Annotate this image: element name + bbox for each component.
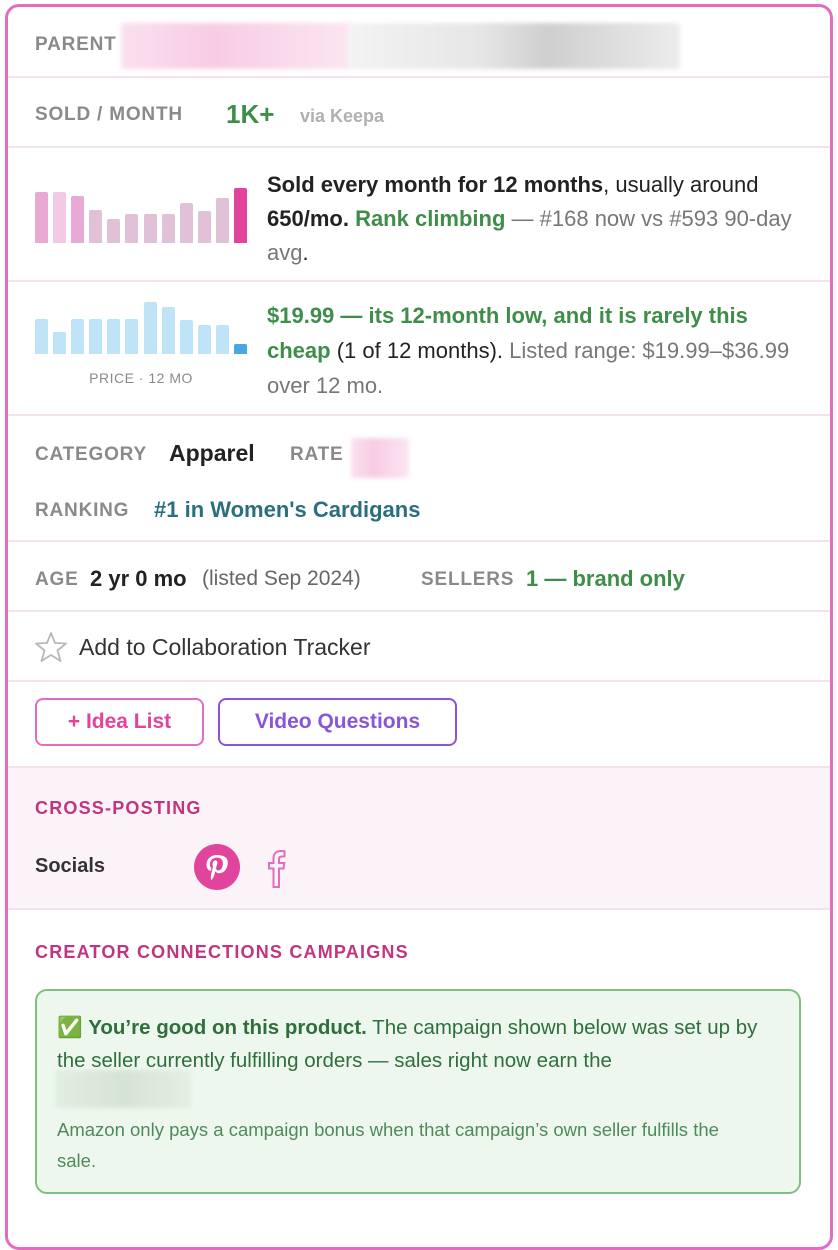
actions-row: + Idea List Video Questions <box>8 682 830 768</box>
sales-summary-avg: 650/mo. <box>267 206 349 231</box>
sold-source: via Keepa <box>300 106 385 126</box>
price-chart-caption: PRICE · 12 MO <box>89 370 193 386</box>
sales-summary-bold: Sold every month for 12 months <box>267 172 604 197</box>
age-label: AGE <box>35 569 79 590</box>
campaign-status-card: ✅ You’re good on this product. The campa… <box>35 989 801 1194</box>
rank-period: . <box>302 240 309 265</box>
cross-posting-title: CROSS-POSTING <box>35 798 202 818</box>
parent-redacted-asin <box>348 23 680 69</box>
price-bar <box>71 319 85 354</box>
sales-bar <box>125 214 139 243</box>
sales-bar <box>143 214 157 243</box>
sales-row: Sold every month for 12 months, usually … <box>8 148 830 282</box>
sellers-label: SELLERS <box>421 569 515 590</box>
pinterest-icon[interactable] <box>194 844 240 890</box>
price-bar <box>53 332 67 354</box>
cross-posting-section: CROSS-POSTING Socials <box>8 768 830 910</box>
sales-summary-text: , usually around <box>603 172 759 197</box>
price-bar <box>197 325 211 354</box>
price-summary: $19.99 — its 12-month low, and it is rar… <box>267 298 812 403</box>
sales-bar <box>35 192 49 243</box>
campaign-status-bold: You’re good on this product. <box>88 1016 367 1039</box>
sales-bar <box>179 203 193 243</box>
parent-redacted-value <box>121 23 351 69</box>
sellers-value: 1 — brand only <box>526 566 685 591</box>
price-bar <box>179 320 193 354</box>
age-value: 2 yr 0 mo <box>90 566 187 591</box>
campaign-status-text: ✅ You’re good on this product. The campa… <box>57 1011 782 1077</box>
video-questions-button[interactable]: Video Questions <box>218 698 457 746</box>
price-bar <box>107 319 121 354</box>
sales-sparkline <box>35 188 247 243</box>
socials-label: Socials <box>35 855 106 877</box>
age-row: AGE 2 yr 0 mo (listed Sep 2024) SELLERS … <box>8 542 830 612</box>
category-label: CATEGORY <box>35 444 147 465</box>
sales-bar <box>161 214 175 243</box>
price-bar <box>125 319 139 354</box>
sales-bar <box>197 211 211 243</box>
ranking-label: RANKING <box>35 500 130 521</box>
rank-trend: Rank climbing <box>355 206 506 231</box>
parent-row: PARENT <box>8 7 830 78</box>
facebook-icon[interactable] <box>262 848 292 890</box>
sales-bar <box>107 219 121 243</box>
tracker-row[interactable]: Add to Collaboration Tracker <box>8 612 830 682</box>
price-bar <box>35 319 49 354</box>
sold-row: SOLD / MONTH 1K+ via Keepa <box>8 78 830 148</box>
price-bar <box>89 319 103 354</box>
product-panel: PARENT SOLD / MONTH 1K+ via Keepa Sold e… <box>5 4 833 1250</box>
campaign-note: Amazon only pays a campaign bonus when t… <box>57 1119 719 1171</box>
price-row: PRICE · 12 MO $19.99 — its 12-month low,… <box>8 282 830 416</box>
tracker-label: Add to Collaboration Tracker <box>79 634 371 660</box>
sold-label: SOLD / MONTH <box>35 104 183 125</box>
sales-bar <box>53 192 67 243</box>
age-listed: (listed Sep 2024) <box>202 567 361 590</box>
check-icon: ✅ <box>57 1016 83 1039</box>
price-bar <box>161 307 175 354</box>
sales-bar <box>233 188 247 243</box>
sales-summary: Sold every month for 12 months, usually … <box>267 168 807 270</box>
price-frequency: (1 of 12 months). <box>330 338 510 363</box>
category-row: CATEGORY Apparel RATE RANKING #1 in Wome… <box>8 416 830 542</box>
creator-connections-section: CREATOR CONNECTIONS CAMPAIGNS ✅ You’re g… <box>8 910 830 1247</box>
sales-bar <box>215 198 229 243</box>
price-bar <box>143 302 157 354</box>
price-sparkline <box>35 302 247 354</box>
parent-label: PARENT <box>35 34 117 55</box>
price-bar <box>215 325 229 354</box>
category-value: Apparel <box>169 440 255 466</box>
campaign-redacted-value <box>55 1070 191 1108</box>
ranking-value[interactable]: #1 in Women's Cardigans <box>154 497 420 523</box>
star-outline-icon <box>35 631 67 663</box>
sales-bar <box>89 210 103 243</box>
creator-connections-title: CREATOR CONNECTIONS CAMPAIGNS <box>35 942 409 962</box>
rate-redacted-value <box>351 438 409 478</box>
sales-bar <box>71 196 85 243</box>
price-bar <box>233 344 247 354</box>
idea-list-button[interactable]: + Idea List <box>35 698 204 746</box>
sold-value: 1K+ <box>226 99 275 129</box>
rate-label: RATE <box>290 444 344 465</box>
